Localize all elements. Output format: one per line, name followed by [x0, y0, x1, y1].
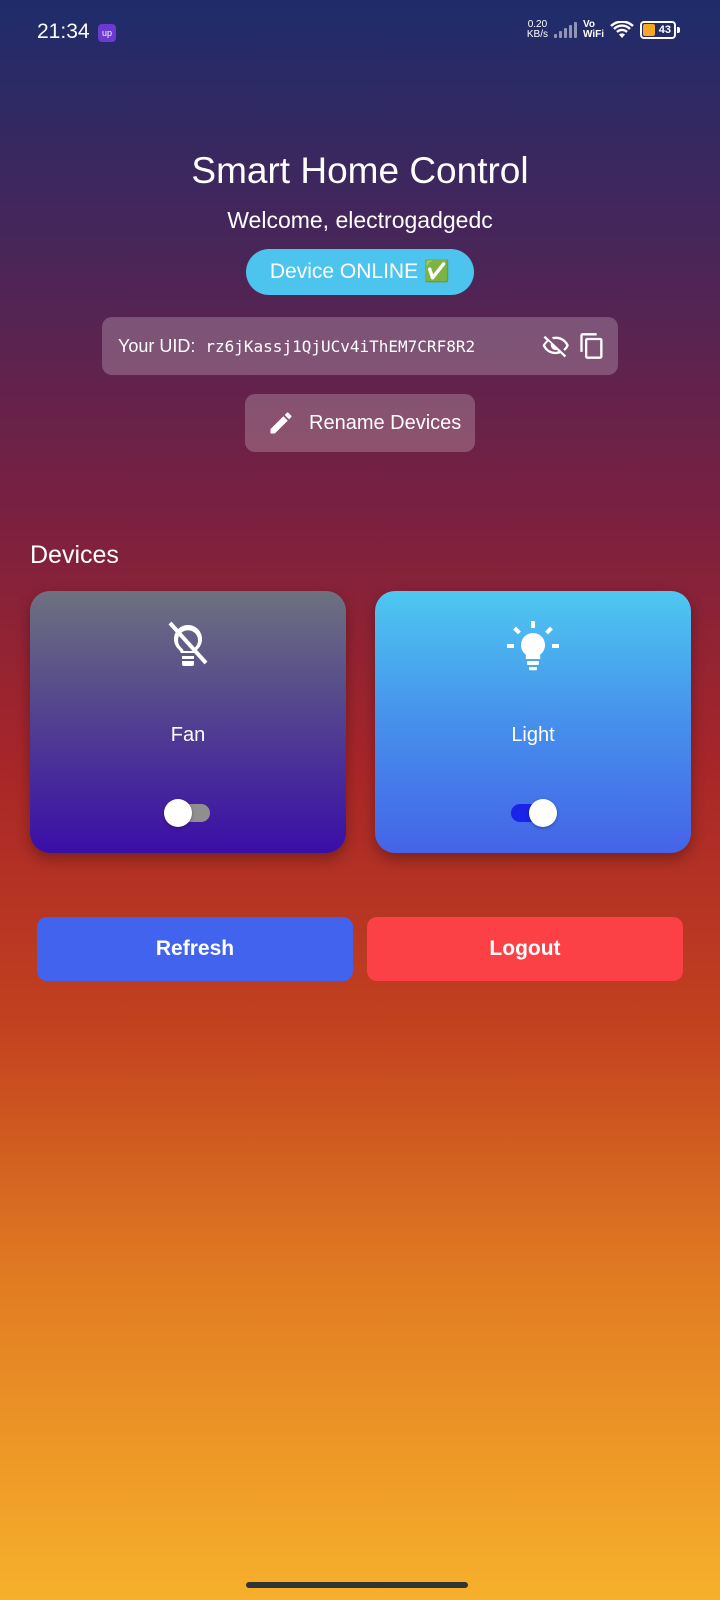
rename-devices-label: Rename Devices [309, 411, 462, 434]
device-card-fan[interactable]: Fan [30, 591, 346, 853]
welcome-text: Welcome, electrogadgedc [227, 207, 493, 233]
page-title: Smart Home Control [191, 150, 529, 191]
fan-toggle-switch[interactable] [164, 798, 212, 828]
battery-icon: 43 [640, 21, 680, 39]
pencil-icon [270, 412, 292, 434]
lightbulb-on-icon [507, 621, 559, 671]
vowifi-icon: Vo WiFi [582, 19, 604, 40]
light-toggle-switch[interactable] [509, 798, 557, 828]
status-time: 21:34 [37, 20, 90, 43]
device-name: Light [511, 724, 555, 746]
visibility-off-icon[interactable] [542, 332, 570, 360]
uid-label: Your UID: [118, 335, 196, 356]
network-speed: 0.20 KB/s [526, 19, 548, 40]
uid-box: Your UID: rz6jKassj1QjUCv4iThEM7CRF8R2 [102, 317, 618, 375]
app-notification-icon: up [98, 24, 116, 42]
device-name: Fan [170, 724, 206, 746]
uid-value: rz6jKassj1QjUCv4iThEM7CRF8R2 [205, 336, 476, 356]
copy-icon[interactable] [578, 332, 606, 360]
status-icons: 0.20 KB/s Vo WiFi 43 [526, 19, 680, 40]
signal-icon [553, 22, 577, 38]
status-bar: 21:34 up 0.20 KB/s Vo WiFi 43 [0, 0, 720, 64]
lightbulb-off-icon [168, 621, 208, 666]
home-indicator[interactable] [246, 1582, 468, 1588]
device-status-badge: Device ONLINE ✅ [246, 249, 474, 295]
rename-devices-button[interactable]: Rename Devices [245, 394, 475, 452]
logout-button[interactable]: Logout [367, 917, 683, 981]
devices-heading: Devices [30, 541, 119, 569]
refresh-button[interactable]: Refresh [37, 917, 353, 981]
device-card-light[interactable]: Light [375, 591, 691, 853]
wifi-icon [610, 21, 634, 38]
